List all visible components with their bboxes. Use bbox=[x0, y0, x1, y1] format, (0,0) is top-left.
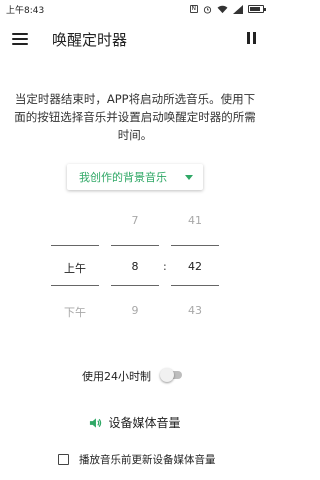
status-icons: N bbox=[189, 4, 266, 14]
page-title: 唤醒定时器 bbox=[52, 30, 128, 49]
ampm-selected: 上午 bbox=[64, 262, 86, 275]
music-dropdown[interactable]: 我创作的背景音乐 bbox=[67, 164, 203, 190]
app-bar: 唤醒定时器 bbox=[0, 18, 270, 60]
nfc-badge-icon: N bbox=[189, 5, 198, 13]
hour-divider-top bbox=[111, 245, 159, 246]
media-volume-button[interactable]: 设备媒体音量 bbox=[0, 414, 270, 431]
battery-icon bbox=[248, 5, 266, 13]
toggle-24h-row: 使用24小时制 bbox=[0, 368, 270, 383]
status-time: 上午8:43 bbox=[6, 5, 45, 16]
toggle-24h-switch[interactable] bbox=[160, 368, 182, 382]
update-volume-row: 播放音乐前更新设备媒体音量 bbox=[58, 452, 216, 467]
wifi-icon bbox=[217, 5, 228, 13]
minute-below: 43 bbox=[188, 304, 202, 317]
media-volume-label: 设备媒体音量 bbox=[108, 416, 181, 430]
status-bar: 上午8:43 N bbox=[0, 0, 270, 18]
hour-above: 7 bbox=[131, 214, 139, 227]
music-dropdown-value: 我创作的背景音乐 bbox=[79, 171, 167, 184]
time-separator: : bbox=[163, 260, 167, 273]
update-volume-checkbox[interactable] bbox=[58, 454, 69, 465]
time-picker: 上午 下午 7 8 9 : 41 42 43 bbox=[0, 200, 270, 330]
minute-above: 41 bbox=[188, 214, 202, 227]
minute-divider-bottom bbox=[171, 285, 219, 286]
hour-below: 9 bbox=[131, 304, 139, 317]
dropdown-caret-icon bbox=[185, 174, 193, 180]
minute-divider-top bbox=[171, 245, 219, 246]
hour-divider-bottom bbox=[111, 285, 159, 286]
minute-selected: 42 bbox=[188, 260, 202, 273]
ampm-below: 下午 bbox=[64, 306, 86, 319]
alarm-icon bbox=[203, 5, 212, 14]
ampm-divider-top bbox=[51, 245, 99, 246]
signal-icon bbox=[233, 4, 243, 14]
update-volume-label: 播放音乐前更新设备媒体音量 bbox=[79, 454, 216, 466]
pause-button[interactable] bbox=[247, 32, 256, 44]
description-text: 当定时器结束时，APP将启动所选音乐。使用下面的按钮选择音乐并设置启动唤醒定时器… bbox=[14, 92, 256, 142]
hour-selected: 8 bbox=[131, 260, 139, 273]
toggle-24h-label: 使用24小时制 bbox=[82, 370, 151, 383]
menu-icon[interactable] bbox=[12, 33, 28, 45]
ampm-divider-bottom bbox=[51, 285, 99, 286]
speaker-icon bbox=[90, 417, 102, 428]
